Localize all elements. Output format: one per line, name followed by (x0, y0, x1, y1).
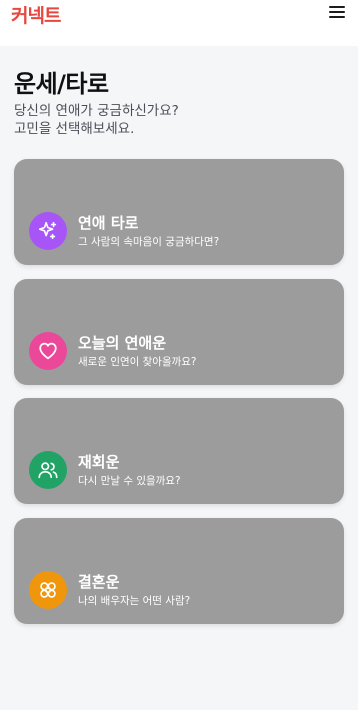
hamburger-menu-icon[interactable] (328, 3, 346, 21)
bottom-area (0, 710, 358, 718)
top-navigation-bar: 커넥트 (0, 0, 358, 46)
card-title: 연애 타로 (78, 214, 139, 232)
card-title: 결혼운 (78, 573, 120, 591)
page-subtitle: 당신의 연애가 궁금하신가요? 고민을 선택해보세요. (14, 102, 179, 138)
card-reunion-fortune[interactable]: 재회운 다시 만날 수 있을까요? (14, 398, 344, 504)
card-marriage-fortune[interactable]: 결혼운 나의 배우자는 어떤 사람? (14, 518, 344, 624)
heart-icon (29, 332, 67, 370)
card-love-tarot[interactable]: 연애 타로 그 사람의 속마음이 궁금하다면? (14, 159, 344, 265)
card-description: 다시 만날 수 있을까요? (78, 475, 181, 487)
card-description: 그 사람의 속마음이 궁금하다면? (78, 236, 220, 248)
card-today-love-fortune[interactable]: 오늘의 연애운 새로운 인연이 찾아올까요? (14, 279, 344, 385)
card-description: 새로운 인연이 찾아올까요? (78, 356, 197, 368)
users-icon (29, 451, 67, 489)
sparkles-icon (29, 212, 67, 250)
app-logo[interactable]: 커넥트 (11, 1, 61, 28)
flower-icon (29, 571, 67, 609)
card-title: 재회운 (78, 453, 120, 471)
subtitle-line-1: 당신의 연애가 궁금하신가요? (14, 103, 179, 119)
subtitle-line-2: 고민을 선택해보세요. (14, 121, 135, 137)
card-title: 오늘의 연애운 (78, 334, 167, 352)
page-title: 운세/타로 (14, 70, 109, 98)
card-description: 나의 배우자는 어떤 사람? (78, 595, 191, 607)
